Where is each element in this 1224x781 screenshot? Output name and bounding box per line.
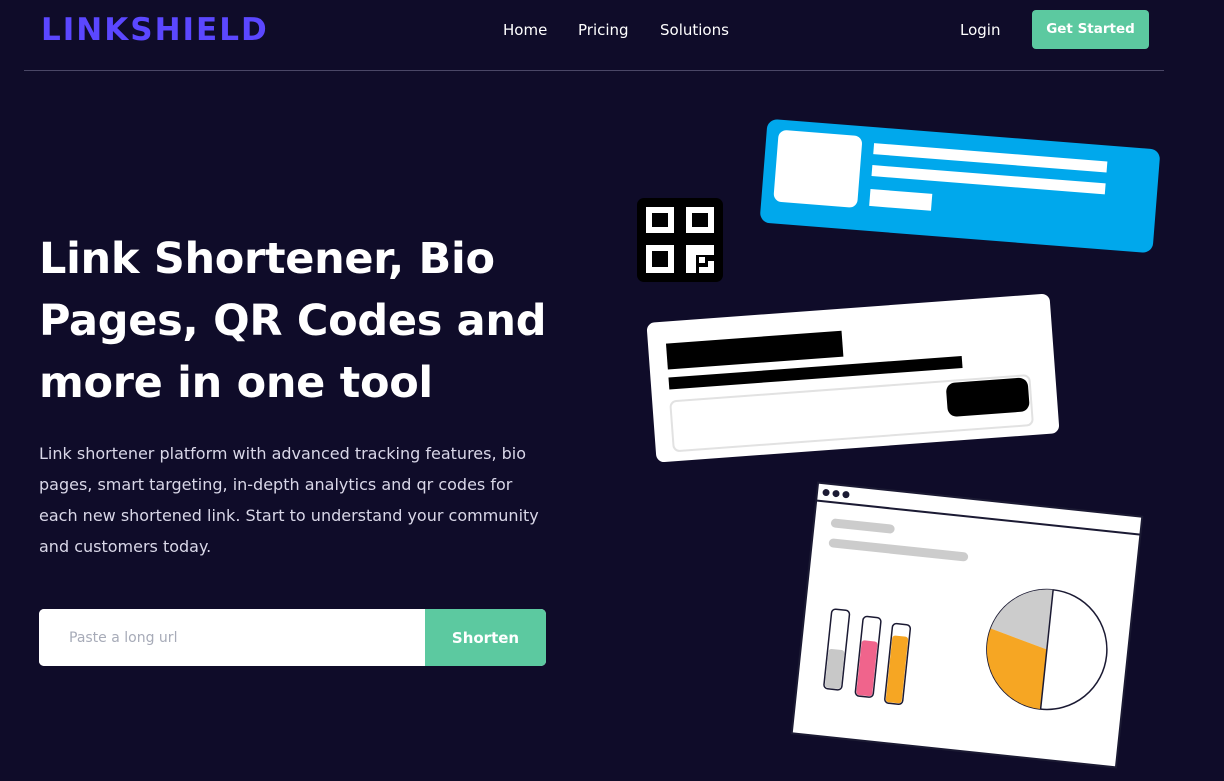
nav-link-solutions[interactable]: Solutions [660, 19, 729, 41]
site-header: LINKSHIELD Home Pricing Solutions Login … [0, 0, 1224, 70]
header-divider [24, 70, 1164, 71]
bar-gauge-icon [823, 608, 912, 706]
analytics-window-icon [790, 481, 1144, 769]
illustration-svg [637, 119, 1160, 769]
form-card-icon [646, 293, 1060, 463]
nav-link-home[interactable]: Home [503, 19, 547, 41]
qr-code-icon [637, 198, 723, 282]
nav-link-pricing[interactable]: Pricing [578, 19, 629, 41]
login-link[interactable]: Login [960, 19, 1000, 41]
shorten-button[interactable]: Shorten [425, 609, 546, 666]
profile-card-icon [760, 119, 1160, 253]
logo[interactable]: LINKSHIELD [41, 10, 269, 50]
url-input[interactable] [39, 609, 425, 666]
hero-title: Link Shortener, Bio Pages, QR Codes and … [39, 234, 547, 408]
get-started-button[interactable]: Get Started [1032, 10, 1149, 49]
shorten-form: Shorten [39, 609, 546, 666]
hero-description: Link shortener platform with advanced tr… [39, 444, 539, 556]
hero-illustration [620, 100, 1180, 770]
